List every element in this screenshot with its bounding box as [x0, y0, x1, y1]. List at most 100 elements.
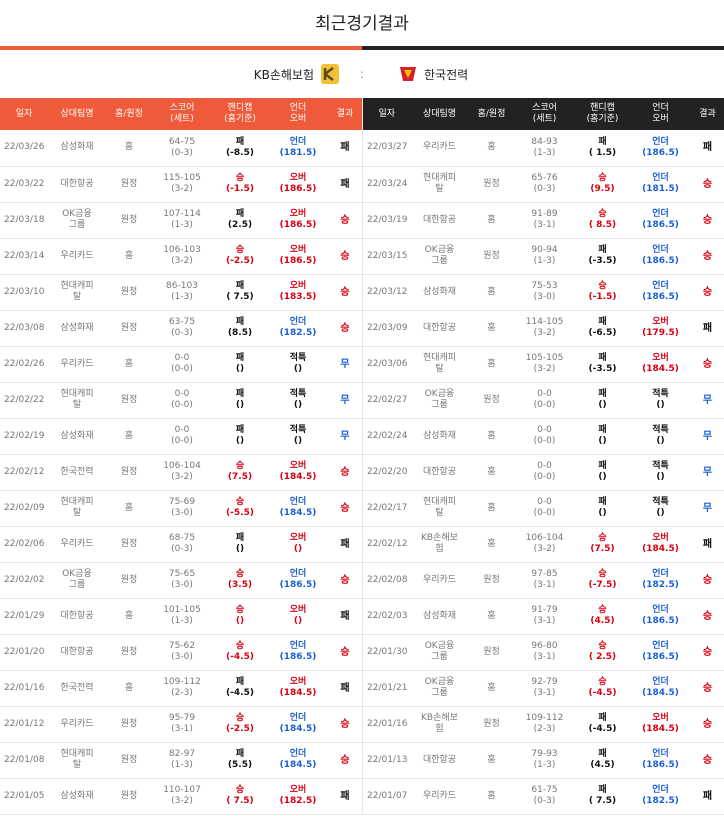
cell-result: 무 [690, 382, 724, 419]
cell-result: 패 [328, 166, 362, 203]
cell-opponent: OK금융 그룹 [410, 670, 469, 707]
over-under-value: () [293, 436, 303, 446]
away-team[interactable]: 한국전력 [398, 63, 468, 85]
cell-over-under: 오버 (182.5) [268, 778, 328, 815]
table-row: 22/03/19 대한항공 홈 91-89 (3-1) 승( 8.5) 언더 (186.5) 승 [362, 202, 724, 239]
cell-handicap: 승( 8.5) [574, 202, 631, 239]
cell-opponent: 대한항공 [410, 202, 469, 239]
cell-date: 22/03/09 [362, 310, 411, 347]
over-under-result: 언더 [289, 641, 307, 651]
cell-date: 22/01/05 [0, 778, 48, 815]
handicap-result: 패 [598, 785, 607, 795]
over-under-result: 언더 [652, 785, 669, 795]
cell-opponent: OK금융 그룹 [410, 382, 469, 419]
cell-over-under: 적특() [630, 454, 691, 491]
cell-home-away: 홈 [468, 202, 515, 239]
cell-sets: (3-2) [171, 472, 193, 482]
cell-result: 승 [690, 670, 724, 707]
cell-score: 91-79 (3-1) [514, 598, 575, 635]
handicap-value: (5.5) [227, 760, 253, 770]
cell-home-away: 홈 [106, 490, 152, 527]
cell-opponent: 삼성화재 [48, 778, 106, 815]
cell-score: 106-103 (3-2) [152, 238, 212, 275]
cell-sets: (3-1) [533, 580, 556, 590]
cell-handicap: 패() [574, 490, 631, 527]
cell-handicap: 패 (-6.5) [574, 310, 631, 347]
cell-sets: (3-2) [171, 184, 193, 194]
cell-over-under: 적특() [268, 346, 328, 383]
cell-over-under: 언더 (182.5) [630, 562, 691, 599]
cell-date: 22/02/03 [362, 598, 411, 635]
cell-handicap: 승( 7.5) [212, 778, 268, 815]
cell-home-away: 홈 [106, 670, 152, 707]
handicap-value: (-1.5) [226, 184, 254, 194]
table-row: 22/03/18 OK금융 그룹 원정 107-114 (1-3) 패 (2.5) 오버 (186… [0, 202, 362, 239]
cell-handicap: 패( 7.5) [574, 778, 631, 815]
cell-date: 22/02/02 [0, 562, 48, 599]
table-row: 22/01/29 대한항공 홈 101-105 (1-3) 승() 오버() 패 [0, 598, 362, 635]
over-under-result: 오버 [289, 605, 307, 615]
cell-over-under: 오버 (186.5) [268, 166, 328, 203]
cell-home-away: 홈 [468, 454, 515, 491]
cell-score: 0-0 (0-0) [514, 490, 575, 527]
cell-sets: (3-1) [533, 688, 556, 698]
cell-date: 22/01/16 [362, 706, 411, 743]
cell-result: 패 [690, 310, 724, 347]
cell-handicap: 패() [212, 418, 268, 455]
cell-home-away: 원정 [106, 202, 152, 239]
cell-score: 75-65 (3-0) [152, 562, 212, 599]
over-under-result: 오버 [289, 533, 307, 543]
column-header: 일자 [0, 98, 48, 130]
cell-date: 22/03/12 [362, 274, 411, 311]
handicap-result: 패 [235, 389, 245, 399]
handicap-value: ( 7.5) [226, 292, 254, 302]
cell-opponent: KB손해보 험 [410, 526, 469, 563]
handicap-result: 패 [598, 497, 607, 507]
handicap-value: () [235, 544, 245, 554]
cell-score: 106-104 (3-2) [152, 454, 212, 491]
cell-home-away: 원정 [106, 706, 152, 743]
over-under-result: 적특 [289, 389, 307, 399]
cell-sets: (0-0) [171, 436, 193, 446]
handicap-value: (-7.5) [588, 580, 617, 590]
cell-date: 22/03/14 [0, 238, 48, 275]
home-team[interactable]: KB손해보험 [254, 63, 340, 85]
column-header: 상대팀명 [410, 98, 469, 130]
cell-score: 61-75 (0-3) [514, 778, 575, 815]
table-row: 22/01/16 한국전력 홈 109-112 (2-3) 패 (-4.5) 오버 (184.5… [0, 670, 362, 707]
cell-sets: (2-3) [171, 688, 193, 698]
cell-handicap: 패 (8.5) [212, 310, 268, 347]
cell-date: 22/01/30 [362, 634, 411, 671]
over-under-value: () [656, 472, 665, 482]
cell-handicap: 패 (-4.5) [574, 706, 631, 743]
handicap-result: 패 [598, 389, 607, 399]
cell-home-away: 홈 [468, 310, 515, 347]
cell-opponent: 한국전력 [48, 454, 106, 491]
cell-sets: (0-0) [171, 400, 193, 410]
cell-score: 110-107 (3-2) [152, 778, 212, 815]
handicap-result: 승 [235, 497, 245, 507]
handicap-result: 승 [235, 785, 245, 795]
cell-date: 22/03/06 [362, 346, 411, 383]
cell-over-under: 언더 (186.5) [268, 634, 328, 671]
handicap-value: () [235, 400, 245, 410]
cell-opponent: 대한항공 [410, 310, 469, 347]
cell-date: 22/03/26 [0, 130, 48, 167]
cell-home-away: 원정 [106, 634, 152, 671]
cell-result: 패 [690, 130, 724, 167]
handicap-value: () [598, 508, 607, 518]
cell-result: 패 [328, 130, 362, 167]
table-row: 22/02/12 KB손해보 험 홈 106-104 (3-2) 승 (7.5) 오버 (184.… [362, 526, 724, 563]
handicap-value: (8.5) [227, 328, 253, 338]
handicap-value: ( 7.5) [588, 796, 617, 806]
cell-sets: (3-1) [171, 724, 193, 734]
cell-over-under: 언더 (186.5) [630, 598, 691, 635]
over-under-value: () [293, 616, 303, 626]
cell-result: 무 [690, 490, 724, 527]
cell-result: 승 [690, 166, 724, 203]
handicap-result: 패 [598, 245, 607, 255]
cell-home-away: 원정 [106, 778, 152, 815]
over-under-result: 언더 [652, 281, 669, 291]
cell-opponent: 우리카드 [48, 346, 106, 383]
cell-opponent: 우리카드 [410, 130, 469, 167]
